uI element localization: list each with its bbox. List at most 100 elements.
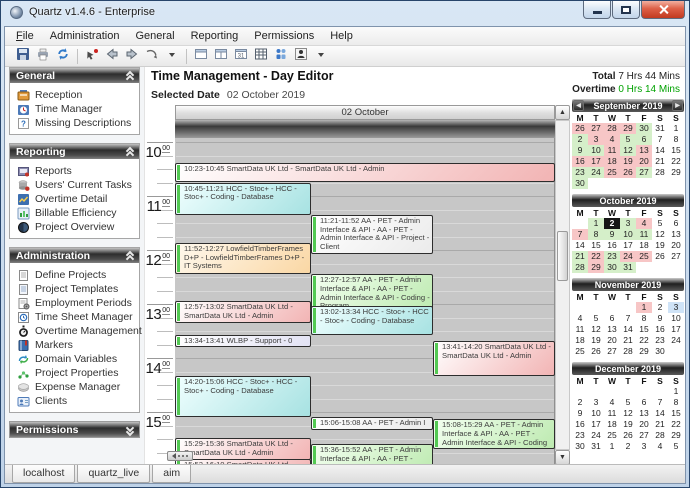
calendar-day[interactable]: 18 [636,240,652,251]
calendar-day[interactable]: 1 [668,386,684,397]
calendar-entry[interactable]: 11:52-12:27 LowfieldTimberFrames D+P - L… [175,243,311,275]
calendar-day[interactable]: 4 [572,313,588,324]
calendar-entry[interactable]: 11:21-11:52 AA - PET - Admin Interface &… [311,215,433,254]
calendar-day[interactable]: 5 [668,441,684,452]
calendar-day[interactable]: 22 [668,419,684,430]
menu-help[interactable]: Help [322,28,361,44]
sidebar-item-users-current-tasks[interactable]: Users' Current Tasks [17,178,137,192]
calendar-day[interactable]: 6 [636,397,652,408]
calendar-day[interactable]: 12 [652,229,668,240]
calendar-day[interactable]: 6 [668,218,684,229]
calendar-day[interactable]: 19 [620,419,636,430]
calendar-day[interactable]: 1 [668,123,684,134]
calendar-day[interactable]: 30 [572,178,588,189]
calendar-day[interactable]: 10 [588,408,604,419]
status-tab-localhost[interactable]: localhost [12,465,75,483]
timescale-handle[interactable] [167,451,193,461]
calendar-day[interactable]: 24 [620,251,636,262]
calendar-entry[interactable]: 15:06-15:08 AA - PET - Admin I [311,417,433,430]
calendar-day[interactable]: 22 [588,251,604,262]
day-view-button[interactable] [191,47,211,65]
calendar-day[interactable]: 11 [604,408,620,419]
calendar-day[interactable]: 20 [604,335,620,346]
calendar-day[interactable]: 8 [668,397,684,408]
calendar-day[interactable]: 17 [588,419,604,430]
calendar-day[interactable]: 18 [572,335,588,346]
calendar-day[interactable]: 20 [636,156,652,167]
sidebar-item-project-properties[interactable]: Project Properties [17,366,137,380]
calendar-day[interactable]: 12 [620,408,636,419]
calendar-day[interactable]: 13 [636,145,652,156]
calendar-day[interactable]: 2 [620,441,636,452]
calendar-day[interactable]: 9 [652,313,668,324]
calendar-day[interactable]: 28 [604,123,620,134]
sidebar-panel-header-administration[interactable]: Administration [10,248,139,263]
calendar-day[interactable]: 23 [652,335,668,346]
save-button[interactable] [13,47,33,65]
caret-button[interactable] [162,47,182,65]
calendar-day[interactable]: 11 [636,229,652,240]
calendar-day[interactable]: 10 [668,313,684,324]
calendar-day[interactable]: 15 [636,324,652,335]
calendar-day[interactable]: 10 [588,145,604,156]
calendar-day[interactable]: 14 [572,240,588,251]
calendar-day[interactable]: 5 [620,134,636,145]
calendar-day[interactable]: 30 [652,346,668,357]
forward-button[interactable] [122,47,142,65]
week-view-button[interactable] [211,47,231,65]
sidebar-item-clients[interactable]: Clients [17,394,137,408]
goto-button[interactable] [82,47,102,65]
calendar-day[interactable]: 8 [636,313,652,324]
calendar-day[interactable]: 26 [572,123,588,134]
calendar-entry[interactable]: 15:36-15:52 AA - PET - Admin Interface &… [311,444,433,464]
calendar-day[interactable]: 18 [604,419,620,430]
calendar-day[interactable]: 28 [620,346,636,357]
calendar-day[interactable]: 14 [652,145,668,156]
sidebar-item-project-overview[interactable]: Project Overview [17,220,137,234]
calendar-day[interactable]: 16 [572,156,588,167]
menu-file[interactable]: File [8,28,42,44]
calendar-entry[interactable]: 13:34-13:41 WLBP - Support - 0 [175,335,311,348]
titlebar[interactable]: Quartz v1.4.6 - Enterprise [1,1,689,26]
calendar-day[interactable]: 29 [636,346,652,357]
sidebar-item-employment-periods[interactable]: Employment Periods [17,296,137,310]
calendar-day[interactable]: 26 [588,346,604,357]
calendar-day[interactable]: 4 [604,397,620,408]
calendar-day[interactable]: 17 [668,324,684,335]
month-view-button[interactable]: 31 [231,47,251,65]
print-button[interactable] [33,47,53,65]
calendar-day[interactable]: 6 [604,313,620,324]
calendar-prev-button[interactable]: ◀ [573,100,584,111]
calendar-day[interactable]: 17 [620,240,636,251]
calendar-entry[interactable]: 15:29-15:36 SmartData UK Ltd - SmartData… [175,438,311,459]
calendar-day[interactable]: 14 [652,408,668,419]
calendar-entry[interactable]: 12:57-13:02 SmartData UK Ltd - SmartData… [175,301,311,322]
calendar-day[interactable]: 25 [572,346,588,357]
sidebar-panel-header-permissions[interactable]: Permissions [10,422,139,437]
group-view-button[interactable] [271,47,291,65]
calendar-day[interactable]: 19 [652,240,668,251]
sidebar-item-markers[interactable]: Markers [17,338,137,352]
calendar-day[interactable]: 25 [604,430,620,441]
calendar-day[interactable]: 13 [668,229,684,240]
calendar-day[interactable]: 13 [604,324,620,335]
calendar-day[interactable]: 20 [636,419,652,430]
calendar-day[interactable]: 18 [604,156,620,167]
calendar-day[interactable]: 24 [588,430,604,441]
status-tab-aim[interactable]: aim [152,465,191,483]
calendar-day[interactable]: 30 [604,262,620,273]
calendar-day[interactable]: 29 [588,262,604,273]
sidebar-item-domain-variables[interactable]: Domain Variables [17,352,137,366]
calendar-day[interactable]: 11 [604,145,620,156]
calendar-day[interactable]: 8 [668,134,684,145]
calendar-day[interactable]: 9 [572,408,588,419]
sidebar-item-missing-descriptions[interactable]: ?Missing Descriptions [17,116,137,130]
calendar-day[interactable]: 17 [588,156,604,167]
calendar-day[interactable]: 26 [620,430,636,441]
calendar-day[interactable]: 27 [636,167,652,178]
calendar-day[interactable]: 16 [572,419,588,430]
calendar-day[interactable]: 6 [636,134,652,145]
calendar-day[interactable]: 5 [588,313,604,324]
calendar-day[interactable]: 5 [652,218,668,229]
calendar-day[interactable]: 4 [652,441,668,452]
